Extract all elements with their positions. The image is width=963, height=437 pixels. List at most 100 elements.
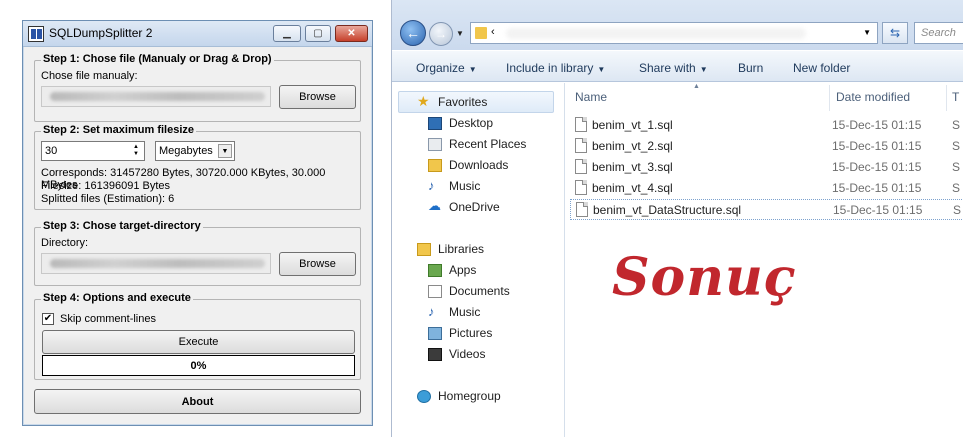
include-in-library-menu[interactable]: Include in library ▼ (506, 61, 605, 75)
videos-icon (428, 348, 442, 361)
about-button[interactable]: About (34, 389, 361, 414)
music-icon: ♪ (428, 304, 435, 319)
file-type: S (952, 160, 961, 174)
music-icon: ♪ (428, 178, 435, 193)
step2-title: Step 2: Set maximum filesize (41, 124, 196, 136)
nav-desktop[interactable]: Desktop (428, 116, 493, 130)
column-divider[interactable] (946, 85, 947, 111)
spin-down-icon[interactable]: ▼ (133, 151, 139, 158)
nav-music-fav[interactable]: ♪ Music (428, 178, 480, 193)
window-title: SQLDumpSplitter 2 (49, 26, 153, 40)
file-date: 15-Dec-15 01:15 (833, 203, 923, 217)
address-chevron[interactable]: ‹ (491, 26, 495, 38)
file-name: benim_vt_DataStructure.sql (593, 203, 742, 217)
file-name: benim_vt_3.sql (592, 160, 673, 174)
step4-title: Step 4: Options and execute (41, 292, 193, 304)
maximize-icon: ▢ (313, 28, 323, 39)
new-folder-button[interactable]: New folder (793, 61, 850, 75)
nav-music-lib[interactable]: ♪ Music (428, 304, 480, 319)
nav-videos[interactable]: Videos (428, 347, 485, 361)
execute-button[interactable]: Execute (42, 330, 355, 354)
step1-group: Step 1: Chose file (Manualy or Drag & Dr… (34, 53, 361, 122)
spinner-arrows[interactable]: ▲ ▼ (129, 143, 143, 159)
chevron-down-icon: ▼ (597, 65, 606, 74)
back-arrow-icon: ← (406, 25, 420, 41)
file-icon (575, 117, 587, 132)
address-bar-area: ← → ▼ ‹ ▼ ⇆ Search (392, 0, 963, 50)
address-dropdown-icon[interactable]: ▼ (863, 28, 871, 37)
refresh-button[interactable]: ⇆ (882, 22, 908, 44)
splitted-files-text: Splitted files (Estimation): 6 (41, 193, 175, 205)
navigation-pane: ★ Favorites Desktop Recent Places Downlo… (392, 83, 564, 437)
minimize-button[interactable]: ▁ (273, 25, 301, 42)
file-row[interactable]: benim_vt_1.sql 15-Dec-15 01:15 S (570, 115, 963, 136)
downloads-icon (428, 159, 442, 172)
back-button[interactable]: ← (400, 20, 426, 46)
libraries-icon (417, 243, 431, 256)
nav-homegroup[interactable]: Homegroup (417, 389, 501, 403)
nav-documents[interactable]: Documents (428, 284, 510, 298)
burn-button[interactable]: Burn (738, 61, 763, 75)
column-header-name[interactable]: Name (575, 90, 607, 104)
chevron-down-icon: ▼ (468, 65, 477, 74)
file-row[interactable]: benim_vt_3.sql 15-Dec-15 01:15 S (570, 157, 963, 178)
step4-group: Step 4: Options and execute ✔ Skip comme… (34, 292, 361, 380)
browse-directory-button[interactable]: Browse (279, 252, 356, 276)
dropdown-arrow-icon[interactable]: ▼ (218, 144, 232, 158)
refresh-icon: ⇆ (889, 26, 901, 40)
step3-group: Step 3: Chose target-directory Directory… (34, 220, 361, 286)
column-header-date[interactable]: Date modified (836, 90, 910, 104)
nav-apps[interactable]: Apps (428, 263, 476, 277)
spin-up-icon[interactable]: ▲ (133, 144, 139, 151)
column-header-type[interactable]: T (952, 90, 959, 104)
directory-path-field[interactable] (41, 253, 271, 274)
nav-pictures[interactable]: Pictures (428, 326, 492, 340)
close-icon: ✕ (347, 28, 356, 39)
file-name: benim_vt_1.sql (592, 118, 673, 132)
search-input[interactable]: Search (914, 22, 963, 44)
address-bar[interactable]: ‹ ▼ (470, 22, 878, 44)
progress-text: 0% (190, 359, 207, 372)
pictures-icon (428, 327, 442, 340)
file-icon (575, 180, 587, 195)
unit-select[interactable]: Megabytes ▼ (155, 141, 235, 161)
step3-title: Step 3: Chose target-directory (41, 220, 203, 232)
sonuc-overlay-text: Sonuç (612, 247, 797, 308)
minimize-icon: ▁ (283, 28, 291, 39)
file-name: benim_vt_2.sql (592, 139, 673, 153)
nav-downloads[interactable]: Downloads (428, 158, 508, 172)
step1-title: Step 1: Chose file (Manualy or Drag & Dr… (41, 53, 274, 65)
documents-icon (428, 285, 442, 298)
address-path-blurred (506, 28, 806, 39)
file-type: S (952, 139, 961, 153)
file-path-field[interactable] (41, 86, 271, 107)
desktop-icon (428, 117, 442, 130)
max-size-spinner[interactable]: 30 ▲ ▼ (41, 141, 145, 161)
file-row[interactable]: benim_vt_DataStructure.sql 15-Dec-15 01:… (570, 199, 963, 220)
file-row[interactable]: benim_vt_2.sql 15-Dec-15 01:15 S (570, 136, 963, 157)
browse-file-button[interactable]: Browse (279, 85, 356, 109)
nav-libraries[interactable]: Libraries (417, 242, 484, 256)
star-icon: ★ (417, 93, 430, 109)
nav-onedrive[interactable]: ☁ OneDrive (428, 198, 500, 214)
recent-pages-dropdown-icon[interactable]: ▼ (456, 29, 464, 38)
progress-bar: 0% (42, 355, 355, 376)
share-with-menu[interactable]: Share with ▼ (639, 61, 708, 75)
nav-favorites[interactable]: ★ Favorites (417, 93, 487, 109)
sort-ascending-icon: ▲ (693, 83, 700, 90)
column-divider[interactable] (829, 85, 830, 111)
file-date: 15-Dec-15 01:15 (832, 160, 922, 174)
cloud-icon: ☁ (428, 198, 441, 213)
skip-comments-checkbox[interactable]: ✔ (42, 313, 54, 325)
maximize-button[interactable]: ▢ (305, 25, 331, 42)
organize-menu[interactable]: Organize ▼ (416, 61, 477, 75)
nav-recent-places[interactable]: Recent Places (428, 137, 526, 151)
homegroup-icon (417, 390, 431, 403)
checkmark-icon: ✔ (43, 313, 53, 324)
chose-file-label: Chose file manualy: (41, 70, 138, 82)
file-row[interactable]: benim_vt_4.sql 15-Dec-15 01:15 S (570, 178, 963, 199)
close-button[interactable]: ✕ (335, 25, 368, 42)
forward-button[interactable]: → (429, 22, 453, 46)
file-icon (575, 138, 587, 153)
forward-arrow-icon: → (435, 27, 447, 41)
